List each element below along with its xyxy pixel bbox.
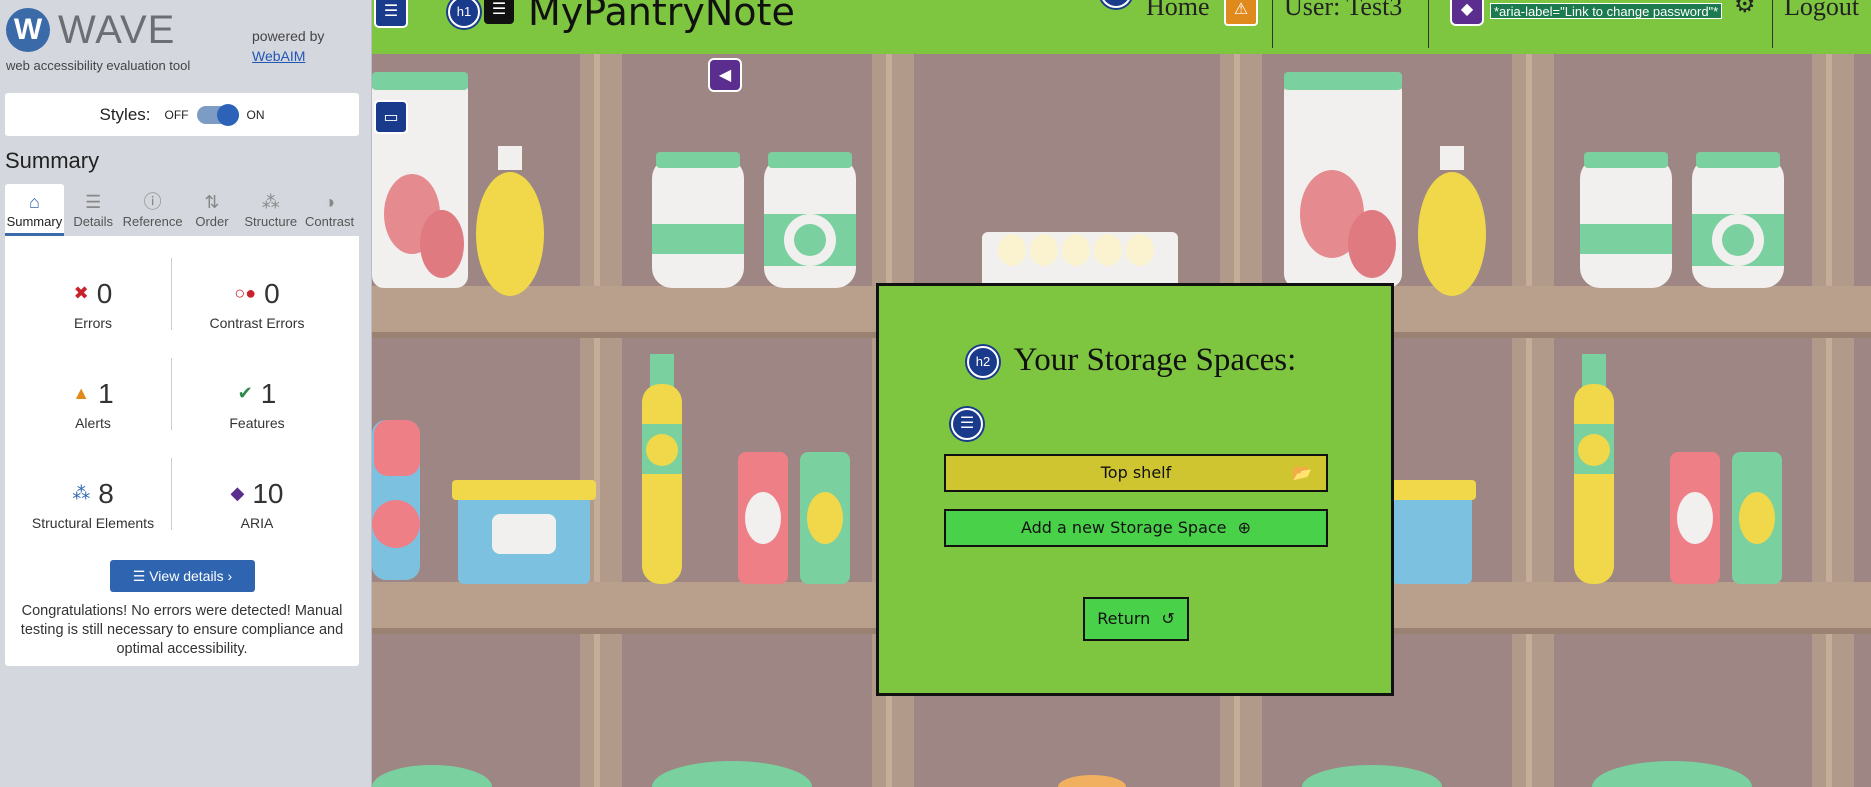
alert-redundant-link-icon[interactable]: ⚠ <box>1224 0 1258 26</box>
alerts-label: Alerts <box>75 415 111 431</box>
nav-logout-link[interactable]: Logout <box>1784 0 1859 22</box>
aria-label: ARIA <box>240 515 274 531</box>
nav-divider <box>1772 0 1773 48</box>
tab-label: Contrast <box>305 214 355 229</box>
contrast-error-icon: ○● <box>234 283 257 303</box>
view-details-button[interactable]: ☰ View details › <box>110 560 255 592</box>
tab-reference[interactable]: ⓘ Reference <box>123 184 183 236</box>
wave-sidebar: W WAVE web accessibility evaluation tool… <box>0 0 372 787</box>
heading-h1-badge[interactable]: h1 <box>448 0 480 28</box>
gear-icon[interactable]: ⚙ <box>1734 0 1756 19</box>
errors-label: Errors <box>73 315 113 331</box>
nav-divider <box>1428 0 1429 48</box>
structure-icon: ⁂ <box>261 192 280 212</box>
errors-count: 0 <box>96 278 113 309</box>
aria-live-region-icon[interactable]: ◀ <box>708 58 742 92</box>
wave-brand: W WAVE web accessibility evaluation tool… <box>6 6 366 73</box>
page-viewport: ☰ h1 ☰ MyPantryNote Home ⚠ User: Test3 ◆… <box>372 0 1871 787</box>
return-label: Return <box>1097 609 1151 628</box>
structural-count: 8 <box>98 478 114 509</box>
view-details-label: View details › <box>149 568 233 584</box>
tab-order[interactable]: ⇅ Order <box>183 184 242 236</box>
contrast-icon: ◑ <box>324 192 335 212</box>
styles-toggle-box: Styles: OFF ON <box>5 93 359 136</box>
link-badge-icon[interactable] <box>1100 0 1132 8</box>
home-icon: ⌂ <box>28 192 40 212</box>
storage-spaces-panel: h2 Your Storage Spaces: ☰ Top shelf 📂 Ad… <box>876 283 1394 696</box>
order-icon: ⇅ <box>204 192 220 212</box>
styles-label: Styles: <box>99 104 151 124</box>
plus-circle-icon: ⊕ <box>1237 518 1252 537</box>
tab-label: Order <box>195 214 229 229</box>
feature-icon: ✔ <box>237 383 253 403</box>
summary-panel: ✖ 0 Errors ○● 0 Contrast Errors ▲ 1 Alerts … <box>5 236 359 666</box>
list-icon: ☰ <box>132 568 150 584</box>
nav-home-link[interactable]: Home <box>1146 0 1210 22</box>
styles-on-label: ON <box>246 107 265 122</box>
structural-label: Structural Elements <box>31 515 155 531</box>
undo-icon: ↺ <box>1161 609 1175 628</box>
contrast-errors-stat[interactable]: ○● 0 Contrast Errors <box>177 276 337 331</box>
toggle-knob <box>216 103 239 126</box>
alerts-stat[interactable]: ▲ 1 Alerts <box>13 376 173 431</box>
app-title[interactable]: MyPantryNote <box>528 0 795 34</box>
error-icon: ✖ <box>73 283 89 303</box>
styles-off-label: OFF <box>164 107 189 122</box>
structure-elements-icon: ⁂ <box>72 483 91 503</box>
app-header: ☰ h1 ☰ MyPantryNote Home ⚠ User: Test3 ◆… <box>372 0 1871 54</box>
powered-by-text: powered by <box>252 28 325 44</box>
summary-title: Summary <box>5 148 100 173</box>
features-count: 1 <box>260 378 277 409</box>
contrast-errors-label: Contrast Errors <box>209 315 305 331</box>
aria-count: 10 <box>252 478 284 509</box>
powered-by: powered by WebAIM <box>252 26 324 66</box>
list-icon[interactable]: ☰ <box>484 0 514 24</box>
aria-label-icon[interactable]: ◆ <box>1450 0 1484 26</box>
tab-contrast[interactable]: ◑ Contrast <box>300 184 359 236</box>
alert-icon: ▲ <box>72 383 91 403</box>
webaim-link[interactable]: WebAIM <box>252 48 305 64</box>
storage-spaces-heading: Your Storage Spaces: <box>1013 342 1297 378</box>
nav-user-label: User: Test3 <box>1284 0 1403 21</box>
add-storage-label: Add a new Storage Space <box>1020 518 1227 537</box>
eggs-carton <box>982 232 1178 288</box>
navigation-region-icon[interactable]: ☰ <box>374 0 408 28</box>
list-icon[interactable]: ☰ <box>951 408 983 440</box>
tab-summary[interactable]: ⌂ Summary <box>5 184 64 236</box>
wave-logo-text: WAVE <box>58 8 176 52</box>
top-shelf-label: Top shelf <box>1100 463 1172 482</box>
aria-stat[interactable]: ◆ 10 ARIA <box>177 476 337 531</box>
return-button[interactable]: Return ↺ <box>1083 597 1189 641</box>
features-stat[interactable]: ✔ 1 Features <box>177 376 337 431</box>
styles-toggle[interactable] <box>196 103 239 126</box>
wave-tagline: web accessibility evaluation tool <box>6 58 191 73</box>
add-storage-space-button[interactable]: Add a new Storage Space ⊕ <box>944 509 1328 547</box>
tab-label: Details <box>73 214 114 229</box>
tab-label: Reference <box>122 214 183 229</box>
wave-tabs: ⌂ Summary ☰ Details ⓘ Reference ⇅ Order … <box>5 184 359 236</box>
main-region-icon[interactable]: ▭ <box>374 100 408 134</box>
list-icon: ☰ <box>85 192 102 212</box>
tab-label: Structure <box>244 214 298 229</box>
aria-label-annotation: *aria-label="Link to change password"* <box>1490 3 1723 19</box>
structural-stat[interactable]: ⁂ 8 Structural Elements <box>13 476 173 531</box>
features-label: Features <box>229 415 285 431</box>
tab-structure[interactable]: ⁂ Structure <box>241 184 300 236</box>
top-shelf-button[interactable]: Top shelf 📂 <box>944 454 1328 492</box>
tab-details[interactable]: ☰ Details <box>64 184 123 236</box>
tab-label: Summary <box>6 214 63 229</box>
aria-icon: ◆ <box>230 483 245 503</box>
errors-stat[interactable]: ✖ 0 Errors <box>13 276 173 331</box>
wave-logo-icon: W <box>6 8 50 52</box>
folder-open-icon: 📂 <box>1292 463 1312 482</box>
contrast-errors-count: 0 <box>264 278 280 309</box>
nav-divider <box>1272 0 1273 48</box>
info-icon: ⓘ <box>143 192 162 212</box>
alerts-count: 1 <box>98 378 114 409</box>
congrats-message: Congratulations! No errors were detected… <box>20 603 344 657</box>
